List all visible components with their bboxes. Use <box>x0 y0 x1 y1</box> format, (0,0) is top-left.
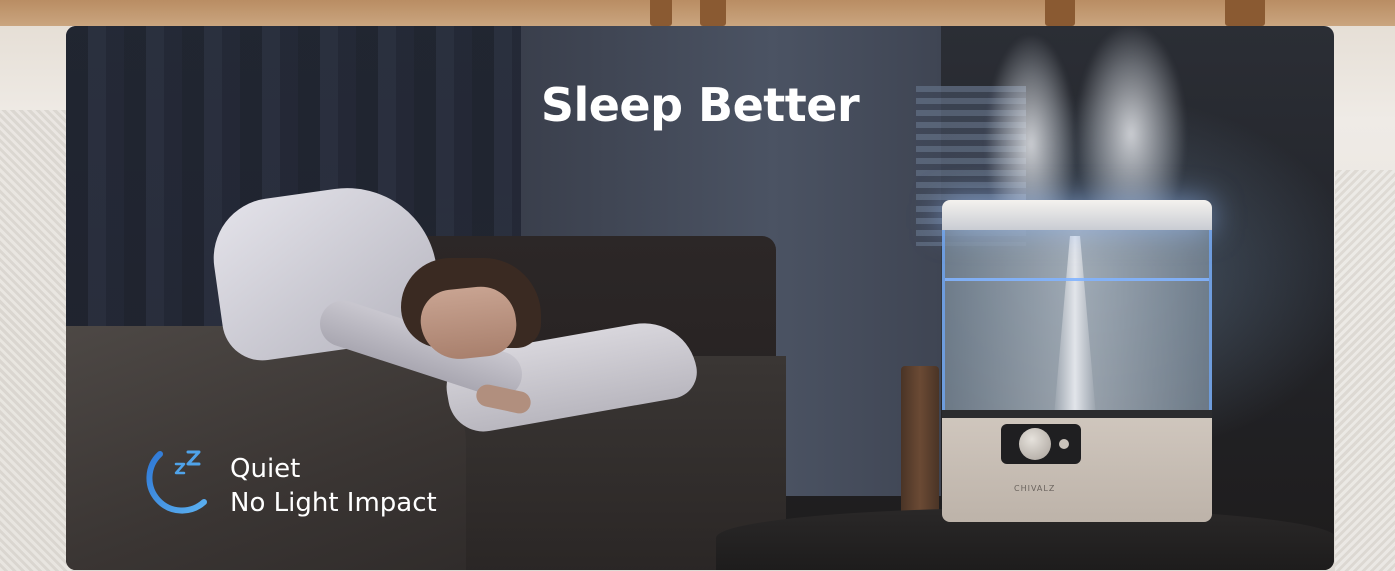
feature-badge: Quiet No Light Impact <box>130 446 437 526</box>
rug <box>1335 170 1395 571</box>
humidifier-brand-label: CHIVALZ <box>1014 484 1056 493</box>
chair-leg <box>1045 0 1075 26</box>
humidifier-knob <box>1019 428 1051 460</box>
hero-card: CHIVALZ Sleep Better Quiet No Light Impa… <box>66 26 1334 570</box>
bedside-lamp-post <box>901 366 939 516</box>
banner-title: Sleep Better <box>540 78 860 132</box>
humidifier-indicator <box>1059 439 1069 449</box>
rug <box>0 110 72 571</box>
chair-leg <box>700 0 726 26</box>
feature-text: Quiet No Light Impact <box>230 452 437 520</box>
chair-leg <box>1225 0 1265 26</box>
feature-quiet: Quiet <box>230 454 301 484</box>
chair-leg <box>650 0 672 26</box>
banner-page: CHIVALZ Sleep Better Quiet No Light Impa… <box>0 0 1395 571</box>
humidifier-waterline <box>945 278 1209 281</box>
humidifier-top <box>942 200 1212 230</box>
feature-no-light-impact: No Light Impact <box>230 488 437 518</box>
moon-zzz-icon <box>146 450 207 514</box>
